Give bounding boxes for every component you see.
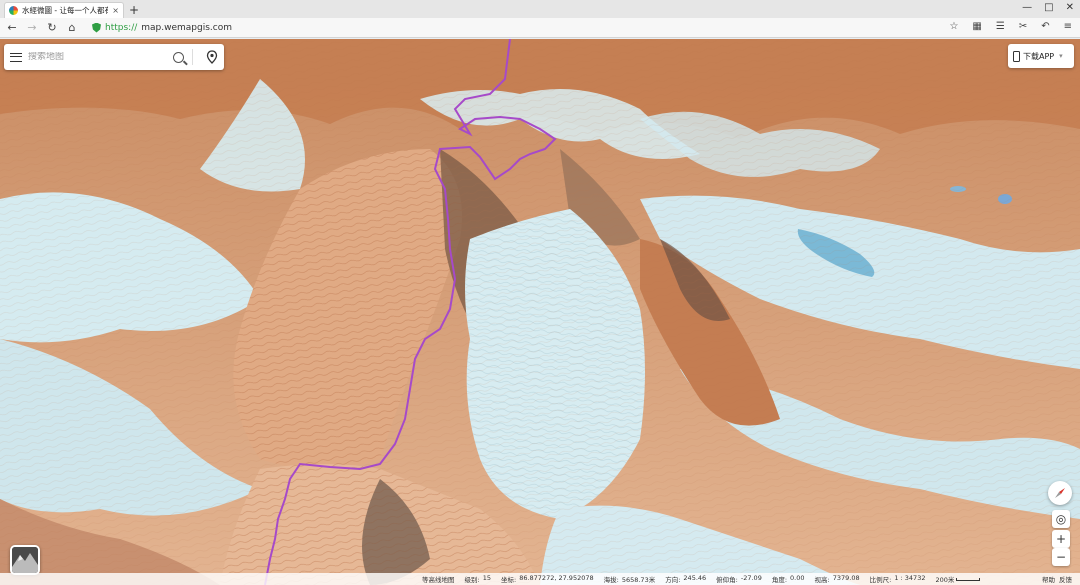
- site-favicon-icon: [9, 6, 18, 15]
- status-links: 帮助 反馈: [1042, 574, 1072, 584]
- zoom-out-button[interactable]: −: [1052, 548, 1070, 566]
- favorites-icon[interactable]: ☰: [996, 21, 1005, 32]
- hamburger-menu-icon[interactable]: [10, 52, 22, 62]
- tab-title: 水經微圖 - 让每一个人都有主: [22, 6, 109, 15]
- cut-icon[interactable]: ✂: [1019, 21, 1027, 32]
- browser-tab[interactable]: 水經微圖 - 让每一个人都有主 ×: [4, 2, 124, 18]
- terrain-map-canvas[interactable]: [0, 39, 1080, 585]
- grid-icon[interactable]: ▦: [972, 21, 981, 32]
- zoom-level: 级别: 15: [464, 574, 491, 584]
- locate-button[interactable]: ◎: [1052, 510, 1070, 528]
- download-app-button[interactable]: 下载APP ▾: [1008, 44, 1074, 68]
- scale-ratio: 比例尺: 1 : 34732: [869, 574, 926, 584]
- url-field[interactable]: https://map.wemapgis.com: [92, 22, 232, 33]
- terrain-render: [0, 39, 1080, 585]
- download-app-label: 下载APP: [1023, 51, 1055, 61]
- coordinates: 坐标: 86.877272, 27.952078: [500, 574, 594, 584]
- elevation: 海拔: 5658.73米: [603, 576, 656, 584]
- new-tab-button[interactable]: +: [126, 2, 142, 18]
- feedback-link[interactable]: 反馈: [1059, 574, 1072, 584]
- secure-shield-icon: [92, 22, 101, 33]
- heading: 方向: 245.46: [665, 574, 707, 584]
- location-pin-icon[interactable]: [206, 50, 218, 64]
- chevron-down-icon: ▾: [1059, 52, 1063, 60]
- map-status-bar: 等高线地图 级别: 15 坐标: 86.877272, 27.952078 海拔: 5…: [0, 573, 1080, 585]
- search-icon[interactable]: [173, 51, 184, 63]
- search-input[interactable]: [28, 52, 167, 62]
- phone-icon: [1013, 50, 1020, 62]
- back-icon[interactable]: ←: [6, 21, 18, 34]
- compass-needle-icon: [1055, 488, 1065, 498]
- url-scheme: https://: [105, 22, 138, 33]
- browser-tabbar: 水經微圖 - 让每一个人都有主 × + — □ ✕: [0, 0, 1080, 18]
- compass-icon[interactable]: [1048, 481, 1072, 505]
- window-controls: — □ ✕: [1022, 2, 1074, 13]
- address-bar: ← → ↻ ⌂ https://map.wemapgis.com ☆ ▦ ☰ ✂…: [0, 18, 1080, 38]
- terrain-thumbnail-icon: [12, 547, 38, 573]
- map-search-box: [4, 44, 224, 70]
- minimize-button[interactable]: —: [1022, 2, 1032, 13]
- home-icon[interactable]: ⌂: [66, 21, 78, 34]
- help-link[interactable]: 帮助: [1042, 574, 1055, 584]
- star-icon[interactable]: ☆: [949, 21, 958, 32]
- layer-name: 等高线地图: [422, 576, 455, 584]
- url-host: map.wemapgis.com: [141, 22, 232, 33]
- close-window-button[interactable]: ✕: [1066, 2, 1074, 13]
- scale-bar: 200米: [935, 574, 981, 584]
- divider: [192, 49, 193, 65]
- contour-lines: [0, 39, 1080, 585]
- maximize-button[interactable]: □: [1044, 2, 1053, 13]
- undo-icon[interactable]: ↶: [1041, 21, 1049, 32]
- view-height: 视高: 7379.08: [814, 574, 860, 584]
- pitch: 俯仰角: -27.09: [716, 574, 762, 584]
- reload-icon[interactable]: ↻: [46, 21, 58, 34]
- menu-icon[interactable]: ≡: [1064, 21, 1072, 32]
- tab-close-icon[interactable]: ×: [112, 6, 119, 15]
- layer-switcher-button[interactable]: [10, 545, 40, 575]
- browser-toolbar: ☆ ▦ ☰ ✂ ↶ ≡: [949, 21, 1072, 32]
- tilt: 角度: 0.00: [771, 574, 805, 584]
- zoom-in-button[interactable]: +: [1052, 530, 1070, 548]
- forward-icon[interactable]: →: [26, 21, 38, 34]
